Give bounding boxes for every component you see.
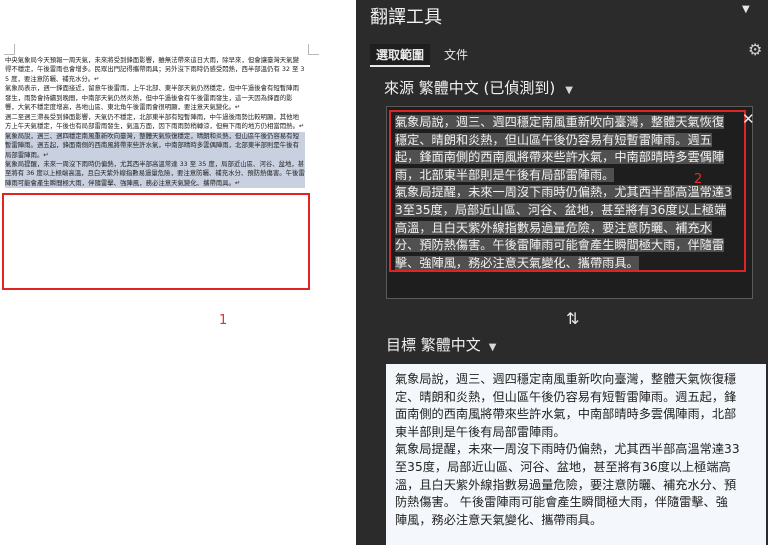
page-corner-mark xyxy=(308,44,319,55)
document-page: 中央氣象局今天預報一周天氣，未來將受到鋒面影響，雖無法帶來這日大雨，除早來，但會… xyxy=(0,0,356,545)
doc-paragraph-selected[interactable]: 氣象局說，週三、週四穩定南風重新吹向臺灣，整體天氣恢復穩定，晴朗和炎熱，但山區午… xyxy=(5,131,305,160)
annotation-number: 1 xyxy=(219,313,228,328)
target-language-select[interactable]: 目標 繁體中文 ▼ xyxy=(386,334,496,355)
source-highlight-box xyxy=(389,110,746,272)
annotation-number: 2 xyxy=(694,172,703,187)
doc-paragraph[interactable]: 氣象局表示，週一鋒面接近，留意午後雷雨，上午北部、東半部天氣仍然穩定，但中午過後… xyxy=(5,84,305,112)
gear-icon[interactable]: ⚙ xyxy=(748,40,762,59)
target-paragraph: 氣象局說，週三、週四穩定南風重新吹向臺灣，整體天氣恢復穩定、晴朗和炎熱，但山區午… xyxy=(395,372,737,439)
doc-paragraph[interactable]: 週二至週三滯長受到鋒面影響，天氣仍不穩定，北部東半部有短暫陣雨，中午過後雨勢比較… xyxy=(5,113,305,132)
pane-title: 翻譯工具 xyxy=(370,7,442,28)
caret-down-icon[interactable]: ▼ xyxy=(742,4,750,15)
tab-selection[interactable]: 選取範圍 xyxy=(370,44,431,67)
selection-highlight-box xyxy=(2,193,310,290)
target-language-label: 目標 繁體中文 xyxy=(386,336,481,354)
tab-document[interactable]: 文件 xyxy=(444,46,468,63)
doc-paragraph[interactable]: 中央氣象局今天預報一周天氣，未來將受到鋒面影響，雖無法帶來這日大雨，除早來，但會… xyxy=(5,56,305,84)
chevron-down-icon: ▼ xyxy=(565,85,573,96)
chevron-down-icon: ▼ xyxy=(488,342,497,353)
target-paragraph: 氣象局提醒，未來一周沒下雨時仍偏熱，尤其西半部高溫常達33至35度，局部近山區、… xyxy=(395,442,740,527)
close-icon[interactable]: ✕ xyxy=(742,110,755,128)
doc-paragraph-selected[interactable]: 氣象局提醒，未來一周沒下雨時仍偏熱，尤其西半部高溫常達 33 至 35 度，局部… xyxy=(5,159,305,189)
page-corner-mark xyxy=(4,44,15,55)
translator-pane: 翻譯工具 ▼ 選取範圍 文件 ⚙ 來源 繁體中文 (已偵測到) ▼ 氣象局說，週三… xyxy=(356,0,768,545)
source-language-label: 來源 繁體中文 (已偵測到) xyxy=(384,79,556,97)
swap-languages-icon[interactable]: ⇅ xyxy=(566,309,579,328)
target-text: 氣象局說，週三、週四穩定南風重新吹向臺灣，整體天氣恢復穩定、晴朗和炎熱，但山區午… xyxy=(395,371,740,529)
source-language-select[interactable]: 來源 繁體中文 (已偵測到) ▼ xyxy=(384,77,573,98)
document-body[interactable]: 中央氣象局今天預報一周天氣，未來將受到鋒面影響，雖無法帶來這日大雨，除早來，但會… xyxy=(5,56,305,189)
